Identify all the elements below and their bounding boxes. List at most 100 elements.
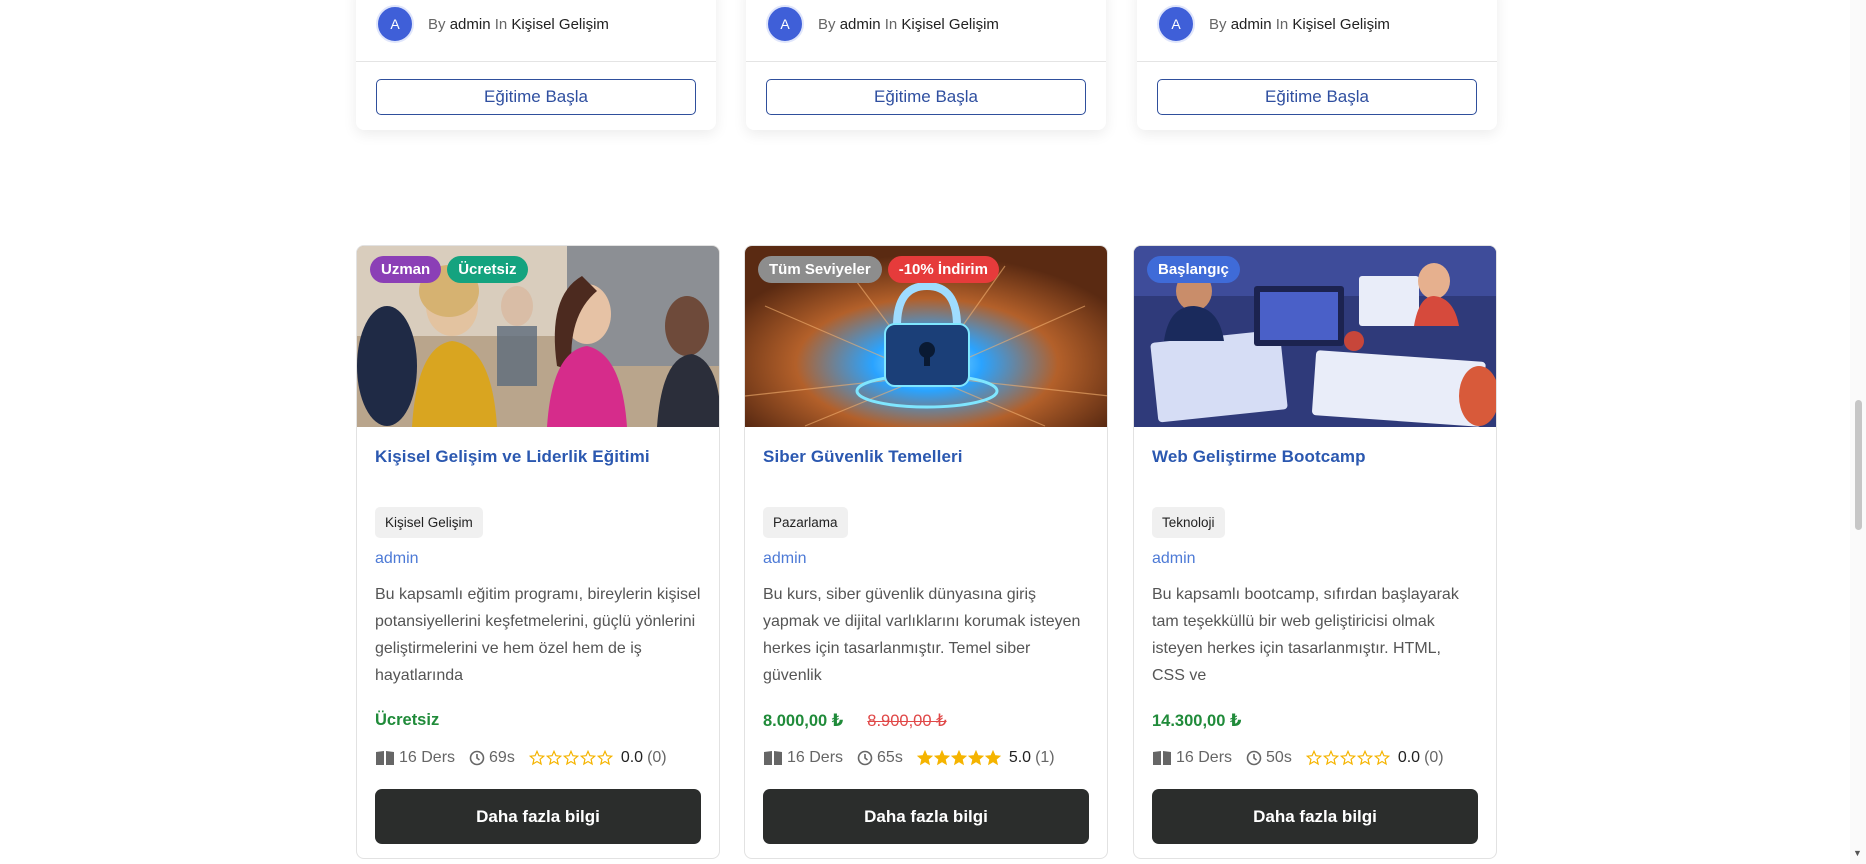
course-card-top-1: A By admin In Kişisel Gelişim Eğitime Ba… — [356, 0, 716, 130]
course-card: Başlangıç Web Geliştirme Bootcamp Teknol… — [1133, 245, 1497, 859]
lessons-count: 16 Ders — [1152, 749, 1232, 767]
rating: 0.0 (0) — [1305, 749, 1444, 767]
course-thumbnail[interactable]: Başlangıç — [1134, 246, 1496, 427]
start-course-button[interactable]: Eğitime Başla — [1157, 79, 1477, 115]
scrollbar-thumb[interactable] — [1855, 400, 1862, 530]
rating-stars — [916, 750, 1001, 766]
book-icon — [376, 751, 394, 765]
star-icon — [1356, 750, 1373, 766]
lessons-label: 16 Ders — [1176, 749, 1233, 766]
course-title[interactable]: Web Geliştirme Bootcamp — [1152, 447, 1478, 483]
more-info-button[interactable]: Daha fazla bilgi — [375, 789, 701, 844]
course-title[interactable]: Siber Güvenlik Temelleri — [763, 447, 1089, 483]
author-link[interactable]: admin — [1152, 550, 1478, 568]
more-info-button[interactable]: Daha fazla bilgi — [763, 789, 1089, 844]
category-link[interactable]: Kişisel Gelişim — [511, 16, 609, 33]
clock-icon — [1246, 750, 1262, 766]
price: 14.300,00 ₺ — [1152, 712, 1242, 730]
star-icon — [579, 750, 596, 766]
price: Ücretsiz — [375, 711, 440, 729]
duration-label: 65s — [877, 749, 903, 766]
star-icon — [1322, 750, 1339, 766]
meta-row: 16 Ders 50s 0.0 (0) — [1152, 747, 1478, 769]
price-row: Ücretsiz — [375, 711, 701, 735]
avatar: A — [376, 5, 414, 43]
avatar: A — [1157, 5, 1195, 43]
duration: 65s — [857, 749, 903, 767]
book-icon — [1153, 751, 1171, 765]
by-label: By — [428, 15, 446, 33]
book-icon — [764, 751, 782, 765]
rating-count: (0) — [1424, 749, 1444, 766]
course-title[interactable]: Kişisel Gelişim ve Liderlik Eğitimi — [375, 447, 701, 483]
star-icon — [545, 750, 562, 766]
rating-count: (0) — [647, 749, 667, 766]
star-icon — [950, 750, 967, 766]
avatar: A — [766, 5, 804, 43]
star-icon — [1339, 750, 1356, 766]
category-link[interactable]: Kişisel Gelişim — [1292, 16, 1390, 33]
start-course-button[interactable]: Eğitime Başla — [766, 79, 1086, 115]
divider — [356, 61, 716, 62]
lessons-label: 16 Ders — [787, 749, 844, 766]
star-icon — [562, 750, 579, 766]
price-row: 14.300,00 ₺ — [1152, 711, 1478, 735]
course-card-top-3: A By admin In Kişisel Gelişim Eğitime Ba… — [1137, 0, 1497, 130]
course-thumbnail[interactable]: Tüm Seviyeler -10% İndirim — [745, 246, 1107, 427]
course-description: Bu kapsamlı eğitim programı, bireylerin … — [375, 586, 701, 684]
start-course-button[interactable]: Eğitime Başla — [376, 79, 696, 115]
author-name[interactable]: admin — [1231, 16, 1272, 33]
category-link[interactable]: Kişisel Gelişim — [901, 16, 999, 33]
lessons-count: 16 Ders — [375, 749, 455, 767]
course-description: Bu kurs, siber güvenlik dünyasına giriş … — [763, 586, 1081, 684]
price-row: 8.000,00 ₺ 8.900,00 ₺ — [763, 711, 1089, 735]
course-card: Uzman Ücretsiz Kişisel Gelişim ve Liderl… — [356, 245, 720, 859]
category-tag[interactable]: Teknoloji — [1152, 507, 1225, 538]
scroll-down-arrow-icon[interactable]: ▼ — [1853, 849, 1862, 858]
by-label: By — [818, 15, 836, 33]
lessons-label: 16 Ders — [399, 749, 456, 766]
author-row: A By admin In Kişisel Gelişim — [376, 4, 609, 44]
author-row: A By admin In Kişisel Gelişim — [766, 4, 999, 44]
duration-label: 69s — [489, 749, 515, 766]
badge-group: Başlangıç — [1147, 256, 1240, 283]
old-price: 8.900,00 ₺ — [867, 712, 947, 730]
author-name[interactable]: admin — [450, 16, 491, 33]
lessons-count: 16 Ders — [763, 749, 843, 767]
in-label: In — [494, 15, 508, 33]
clock-icon — [857, 750, 873, 766]
discount-badge: -10% İndirim — [887, 256, 999, 283]
author-link[interactable]: admin — [375, 550, 701, 568]
meta-row: 16 Ders 69s 0.0 (0) — [375, 747, 701, 769]
author-row: A By admin In Kişisel Gelişim — [1157, 4, 1390, 44]
level-badge: Başlangıç — [1147, 256, 1240, 283]
author-link[interactable]: admin — [763, 550, 1089, 568]
course-card-top-2: A By admin In Kişisel Gelişim Eğitime Ba… — [746, 0, 1106, 130]
star-icon — [967, 750, 984, 766]
rating-value: 5.0 — [1008, 749, 1032, 766]
category-tag[interactable]: Kişisel Gelişim — [375, 507, 483, 538]
author-name[interactable]: admin — [840, 16, 881, 33]
duration: 69s — [469, 749, 515, 767]
rating: 0.0 (0) — [528, 749, 667, 767]
price: 8.000,00 ₺ — [763, 712, 844, 730]
star-icon — [916, 750, 933, 766]
level-badge: Uzman — [370, 256, 442, 283]
star-icon — [933, 750, 950, 766]
level-badge: Tüm Seviyeler — [758, 256, 882, 283]
rating-stars — [1305, 750, 1390, 766]
rating-count: (1) — [1035, 749, 1055, 766]
star-icon — [1373, 750, 1390, 766]
category-tag[interactable]: Pazarlama — [763, 507, 848, 538]
course-description: Bu kapsamlı bootcamp, sıfırdan başlayara… — [1152, 586, 1459, 684]
in-label: In — [884, 15, 898, 33]
badge-group: Tüm Seviyeler -10% İndirim — [758, 256, 999, 283]
course-card: Tüm Seviyeler -10% İndirim Siber Güvenli… — [744, 245, 1108, 859]
page-scrollbar[interactable]: ▼ — [1850, 0, 1866, 864]
more-info-button[interactable]: Daha fazla bilgi — [1152, 789, 1478, 844]
divider — [1137, 61, 1497, 62]
clock-icon — [469, 750, 485, 766]
course-thumbnail[interactable]: Uzman Ücretsiz — [357, 246, 719, 427]
rating-stars — [528, 750, 613, 766]
by-label: By — [1209, 15, 1227, 33]
